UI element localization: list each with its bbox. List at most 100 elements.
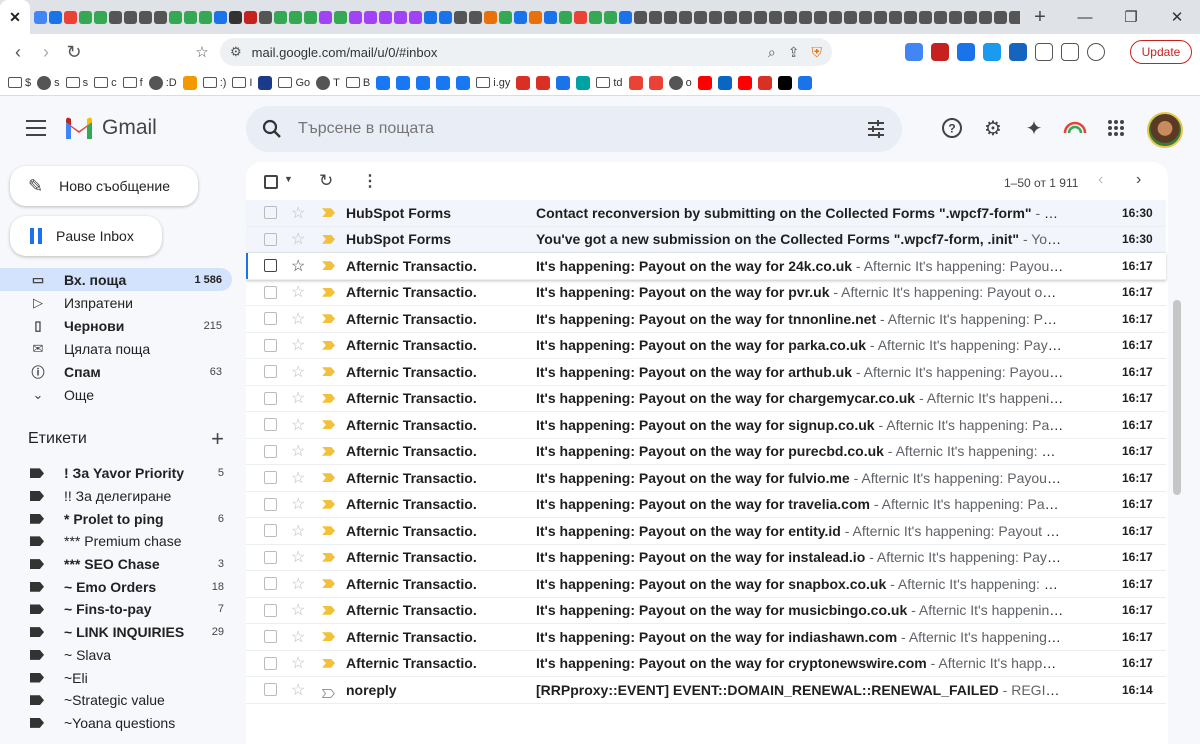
search-icon[interactable]: [262, 119, 282, 139]
row-checkbox[interactable]: [264, 338, 277, 352]
bookmark-item[interactable]: [416, 75, 431, 90]
tab-favicon-icon[interactable]: [244, 10, 257, 24]
email-row[interactable]: ☆ HubSpot Forms Contact reconversion by su…: [246, 200, 1166, 227]
bookmark-item[interactable]: [556, 75, 571, 90]
select-dropdown-icon[interactable]: ▼: [284, 174, 293, 184]
nav-item-inbox[interactable]: ▭ Вх. поща 1 586: [0, 268, 232, 291]
add-label-icon[interactable]: +: [211, 426, 224, 452]
active-tab-close-button[interactable]: ✕: [0, 0, 30, 34]
email-row[interactable]: ☆ Afternic Transactio. It's happening: Pay…: [246, 518, 1166, 545]
tab-favicon-icon[interactable]: [454, 10, 467, 24]
star-icon[interactable]: ☆: [291, 680, 305, 700]
star-icon[interactable]: ☆: [291, 653, 305, 673]
email-row[interactable]: ☆ Afternic Transactio. It's happening: Pay…: [246, 571, 1166, 598]
more-options-icon[interactable]: ⋮: [362, 171, 378, 191]
bookmark-item[interactable]: $: [8, 77, 31, 89]
share-icon[interactable]: ⇪: [788, 44, 800, 61]
bookmark-item[interactable]: [757, 75, 772, 90]
search-bar[interactable]: [246, 106, 902, 152]
email-row[interactable]: ☆ Afternic Transactio. It's happening: Pay…: [246, 465, 1166, 492]
important-marker-icon[interactable]: [322, 632, 335, 642]
star-icon[interactable]: ☆: [291, 309, 305, 329]
search-input[interactable]: [298, 120, 838, 138]
row-checkbox[interactable]: [264, 259, 277, 273]
row-checkbox[interactable]: [264, 577, 277, 591]
tab-favicon-icon[interactable]: [889, 10, 902, 24]
tab-favicon-icon[interactable]: [799, 10, 812, 24]
label-item[interactable]: !! За делегиране: [0, 485, 232, 508]
email-row[interactable]: ☆ Afternic Transactio. It's happening: Pay…: [246, 332, 1166, 359]
tab-favicon-icon[interactable]: [169, 10, 182, 24]
puzzle-icon[interactable]: [1035, 43, 1053, 61]
tab-favicon-icon[interactable]: [409, 10, 422, 24]
tab-favicon-icon[interactable]: [814, 10, 827, 24]
row-checkbox[interactable]: [264, 285, 277, 299]
bookmark-item[interactable]: [797, 75, 812, 90]
tab-favicon-icon[interactable]: [739, 10, 752, 24]
tab-favicon-icon[interactable]: [634, 10, 647, 24]
tab-favicon-icon[interactable]: [514, 10, 527, 24]
gmail-logo[interactable]: Gmail: [64, 116, 157, 140]
email-row[interactable]: ☆ Afternic Transactio. It's happening: Pay…: [246, 253, 1166, 280]
row-checkbox[interactable]: [264, 550, 277, 564]
star-icon[interactable]: ☆: [291, 415, 305, 435]
tab-favicon-icon[interactable]: [649, 10, 662, 24]
settings-gear-icon[interactable]: ⚙: [981, 116, 1005, 140]
bookmark-item[interactable]: Go: [278, 77, 310, 89]
new-tab-button[interactable]: +: [1020, 6, 1060, 29]
tab-favicon-icon[interactable]: [304, 10, 317, 24]
email-row[interactable]: ☆ Afternic Transactio. It's happening: Pay…: [246, 412, 1166, 439]
tab-favicon-icon[interactable]: [379, 10, 392, 24]
bookmark-item[interactable]: B: [345, 77, 370, 89]
tab-favicon-icon[interactable]: [274, 10, 287, 24]
star-icon[interactable]: ☆: [291, 388, 305, 408]
tab-favicon-icon[interactable]: [694, 10, 707, 24]
bookmark-item[interactable]: i.gy: [476, 77, 510, 89]
star-icon[interactable]: ☆: [291, 600, 305, 620]
tab-favicon-icon[interactable]: [109, 10, 122, 24]
label-item[interactable]: ! За Yavor Priority 5: [0, 462, 232, 485]
url-bar[interactable]: ⚙ mail.google.com/mail/u/0/#inbox ⌕ ⇪ ⛨: [220, 38, 832, 66]
tab-favicon-icon[interactable]: [94, 10, 107, 24]
update-button[interactable]: Update: [1130, 40, 1192, 64]
tab-favicon-icon[interactable]: [34, 10, 47, 24]
bookmark-item[interactable]: [536, 75, 551, 90]
row-checkbox[interactable]: [264, 497, 277, 511]
important-marker-icon[interactable]: [322, 208, 335, 218]
bookmark-item[interactable]: s: [65, 77, 88, 89]
tab-favicon-icon[interactable]: [994, 10, 1007, 24]
tab-strip[interactable]: [30, 10, 1020, 24]
label-item[interactable]: * Prolet to ping 6: [0, 507, 232, 530]
email-row[interactable]: ☆ HubSpot Forms You've got a new submissio…: [246, 226, 1166, 253]
email-row[interactable]: ☆ Afternic Transactio. It's happening: Pay…: [246, 359, 1166, 386]
zoom-icon[interactable]: ⌕: [768, 44, 776, 61]
row-checkbox[interactable]: [264, 603, 277, 617]
url-text[interactable]: mail.google.com/mail/u/0/#inbox: [252, 45, 438, 60]
star-icon[interactable]: ☆: [291, 362, 305, 382]
search-options-icon[interactable]: [866, 119, 886, 139]
tab-favicon-icon[interactable]: [544, 10, 557, 24]
bookmark-item[interactable]: [516, 75, 531, 90]
tab-favicon-icon[interactable]: [79, 10, 92, 24]
tab-favicon-icon[interactable]: [784, 10, 797, 24]
important-marker-icon[interactable]: [322, 393, 335, 403]
workspace-rainbow-icon[interactable]: [1063, 116, 1087, 140]
next-page-icon[interactable]: ›: [1136, 171, 1141, 189]
bookmark-item[interactable]: [648, 75, 663, 90]
bookmark-item[interactable]: [576, 75, 591, 90]
restore-icon[interactable]: ❐: [1108, 0, 1154, 34]
important-marker-icon[interactable]: [322, 446, 335, 456]
star-icon[interactable]: ☆: [291, 229, 305, 249]
extension-icon[interactable]: [957, 43, 975, 61]
tab-favicon-icon[interactable]: [574, 10, 587, 24]
tab-favicon-icon[interactable]: [289, 10, 302, 24]
tab-favicon-icon[interactable]: [124, 10, 137, 24]
label-item[interactable]: ~ Fins-to-pay 7: [0, 598, 232, 621]
refresh-icon[interactable]: ↻: [319, 171, 333, 191]
select-all-checkbox[interactable]: [264, 175, 278, 189]
gemini-sparkle-icon[interactable]: ✦: [1022, 116, 1046, 140]
bookmark-item[interactable]: [737, 75, 752, 90]
important-marker-icon[interactable]: [322, 367, 335, 377]
bookmark-item[interactable]: c: [94, 77, 117, 89]
tab-favicon-icon[interactable]: [484, 10, 497, 24]
